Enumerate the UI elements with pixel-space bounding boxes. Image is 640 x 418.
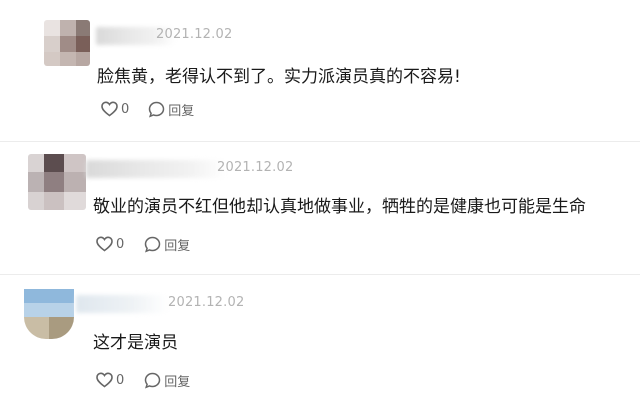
like-button[interactable]: 0 xyxy=(101,101,129,117)
reply-button[interactable]: 回复 xyxy=(144,371,190,390)
like-button[interactable]: 0 xyxy=(96,236,124,252)
username-blurred[interactable] xyxy=(76,295,168,313)
like-button[interactable]: 0 xyxy=(96,372,124,388)
avatar-blurred[interactable] xyxy=(24,289,74,339)
comment-actions: 0 回复 xyxy=(101,99,194,119)
like-count: 0 xyxy=(116,372,125,388)
comment-text: 敬业的演员不红但他却认真地做事业，牺牲的是健康也可能是生命 xyxy=(93,197,586,217)
comment-date: 2021.12.02 xyxy=(168,295,245,310)
comment-bubble-icon xyxy=(148,101,165,118)
comment-date: 2021.12.02 xyxy=(156,27,233,42)
comment-bubble-icon xyxy=(144,236,161,253)
reply-button[interactable]: 回复 xyxy=(148,100,194,119)
comment-item-3: 2021.12.02 这才是演员 0 回复 xyxy=(0,275,640,418)
heart-icon xyxy=(96,372,113,388)
avatar-blurred[interactable] xyxy=(28,154,86,210)
comment-actions: 0 回复 xyxy=(96,234,190,254)
heart-icon xyxy=(101,101,118,117)
reply-label: 回复 xyxy=(164,238,191,254)
comment-actions: 0 回复 xyxy=(96,370,190,390)
avatar-blurred[interactable] xyxy=(44,20,90,66)
reply-button[interactable]: 回复 xyxy=(144,235,190,254)
comment-item-2: 2021.12.02 敬业的演员不红但他却认真地做事业，牺牲的是健康也可能是生命… xyxy=(0,142,640,274)
username-blurred[interactable] xyxy=(86,160,226,178)
comment-text: 这才是演员 xyxy=(93,333,178,353)
comment-item-1: 2021.12.02 脸焦黄，老得认不到了。实力派演员真的不容易! 0 回复 xyxy=(0,0,640,142)
like-count: 0 xyxy=(121,101,130,117)
comment-bubble-icon xyxy=(144,372,161,389)
comment-text: 脸焦黄，老得认不到了。实力派演员真的不容易! xyxy=(97,67,461,87)
comment-date: 2021.12.02 xyxy=(217,160,294,175)
heart-icon xyxy=(96,236,113,252)
reply-label: 回复 xyxy=(164,374,191,390)
reply-label: 回复 xyxy=(168,103,195,119)
like-count: 0 xyxy=(116,236,125,252)
